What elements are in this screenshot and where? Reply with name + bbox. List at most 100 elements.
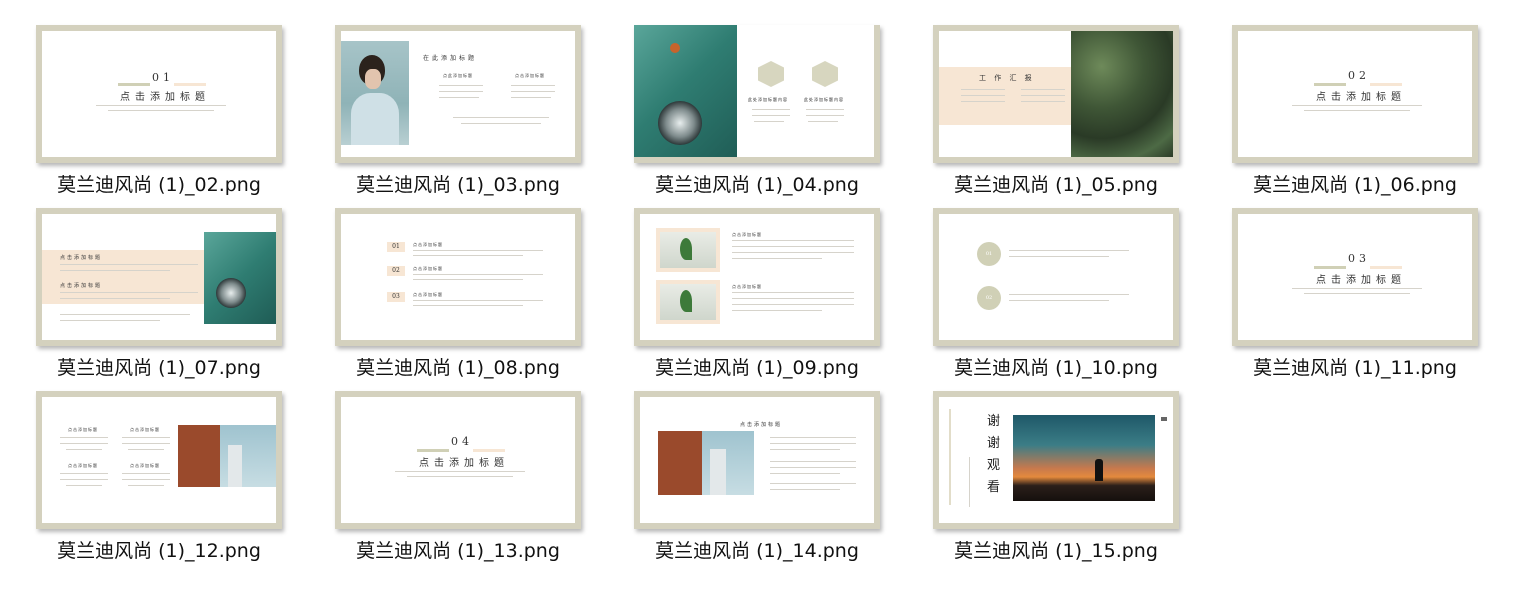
building-photo [178, 425, 276, 487]
file-name: 莫兰迪风尚 (1)_15.png [954, 540, 1158, 562]
subtitle: 点击添加标题 [130, 427, 160, 432]
text-line [1009, 256, 1109, 257]
divider [473, 449, 505, 452]
plant-photo [1071, 31, 1173, 157]
text-line [732, 246, 854, 247]
text-line [128, 485, 164, 486]
thanks-char: 谢 [987, 436, 1001, 451]
item-number: 01 [387, 242, 405, 252]
text-line [1021, 89, 1065, 90]
building-photo [658, 431, 754, 495]
slide-title: 点击添加标题 [1316, 275, 1406, 286]
thumbnail[interactable]: 点击添加标题 [634, 391, 880, 529]
subtitle: 点击添加标题 [732, 232, 762, 237]
text-line [413, 250, 543, 251]
text-line [60, 479, 108, 480]
text-line [439, 85, 483, 86]
text-line [122, 479, 170, 480]
photo-frame [656, 280, 720, 324]
text-line [461, 123, 541, 124]
thanks-char: 观 [987, 458, 1001, 473]
text-line [453, 117, 549, 118]
slide-title: 工 作 汇 报 [979, 74, 1035, 82]
thumbnail[interactable]: 01 点击添加标题 [36, 25, 282, 163]
text-line [60, 264, 198, 265]
photo-frame [656, 228, 720, 272]
text-line [413, 305, 523, 306]
slide-title: 点击添加标题 [419, 458, 509, 469]
divider [1314, 266, 1346, 269]
thumbnail[interactable]: 点击添加标题 点击添加标题 [634, 208, 880, 346]
text-line [732, 252, 854, 253]
text-line [770, 449, 840, 450]
text-line [60, 437, 108, 438]
text-line [1009, 300, 1109, 301]
slide-preview: 02 点击添加标题 [1238, 31, 1472, 157]
text-line [439, 91, 483, 92]
text-line [961, 89, 1005, 90]
subtitle: 此处添加标题内容 [748, 97, 788, 102]
divider [118, 83, 150, 86]
file-name: 莫兰迪风尚 (1)_14.png [655, 540, 859, 562]
text-line [770, 437, 856, 438]
text-line [732, 292, 854, 293]
text-line [732, 310, 822, 311]
thumbnail[interactable]: 谢 谢 观 看 [933, 391, 1179, 529]
file-name: 莫兰迪风尚 (1)_04.png [655, 174, 859, 196]
subtitle: 点击添加标题 [68, 463, 98, 468]
thumbnail[interactable]: 01 02 [933, 208, 1179, 346]
file-name: 莫兰迪风尚 (1)_10.png [954, 357, 1158, 379]
text-line [806, 109, 844, 110]
section-number: 01 [152, 71, 174, 84]
text-line [770, 467, 856, 468]
file-name: 莫兰迪风尚 (1)_07.png [57, 357, 261, 379]
thumbnail[interactable]: 02 点击添加标题 [1232, 25, 1478, 163]
subtitle: 点击添加标题 [515, 73, 545, 78]
text-line [60, 292, 198, 293]
text-line [1292, 288, 1422, 289]
car-photo [204, 232, 276, 324]
section-number: 03 [1348, 252, 1370, 265]
divider [1314, 83, 1346, 86]
vertical-rule [949, 409, 951, 505]
thumbnail[interactable]: 点击添加标题 点击添加标题 点击添加标题 点击添加标题 [36, 391, 282, 529]
slide-preview: 03 点击添加标题 [1238, 214, 1472, 340]
text-line [407, 476, 513, 477]
text-line [1021, 95, 1065, 96]
text-line [96, 105, 226, 106]
file-name: 莫兰迪风尚 (1)_02.png [57, 174, 261, 196]
slide-preview: 工 作 汇 报 [939, 31, 1173, 157]
text-line [732, 240, 854, 241]
file-name: 莫兰迪风尚 (1)_05.png [954, 174, 1158, 196]
subtitle: 点击添加标题 [60, 283, 103, 289]
thumbnail[interactable]: 工 作 汇 报 [933, 25, 1179, 163]
slide-title: 点击添加标题 [1316, 92, 1406, 103]
corner-mark [1161, 417, 1167, 421]
text-line [770, 443, 856, 444]
section-number: 02 [1348, 69, 1370, 82]
item-number: 01 [977, 242, 1001, 266]
subtitle: 点击添加标题 [60, 255, 103, 261]
thumbnail[interactable]: 01 点击添加标题 02 点击添加标题 03 点击添加标题 [335, 208, 581, 346]
item-number: 02 [387, 266, 405, 276]
file-name: 莫兰迪风尚 (1)_11.png [1253, 357, 1457, 379]
slide-preview: 04 点击添加标题 [341, 397, 575, 523]
text-line [770, 461, 856, 462]
text-line [60, 314, 190, 315]
slide-title: 点击添加标题 [120, 92, 210, 103]
thanks-text: 谢 谢 观 看 [987, 411, 1003, 499]
slide-preview: 点击添加标题 点击添加标题 [42, 214, 276, 340]
text-line [108, 110, 214, 111]
text-line [752, 115, 790, 116]
divider [417, 449, 449, 452]
thumbnail[interactable]: 03 点击添加标题 [1232, 208, 1478, 346]
thumbnail[interactable]: 在此添加标题 点此添加标题 点击添加标题 [335, 25, 581, 163]
subtitle: 点击添加标题 [732, 284, 762, 289]
thumbnail[interactable]: 04 点击添加标题 [335, 391, 581, 529]
divider [174, 83, 206, 86]
file-name: 莫兰迪风尚 (1)_12.png [57, 540, 261, 562]
thumbnail[interactable]: 此处添加标题内容 此处添加标题内容 [634, 25, 880, 163]
thumbnail[interactable]: 点击添加标题 点击添加标题 [36, 208, 282, 346]
subtitle: 点击添加标题 [68, 427, 98, 432]
text-line [770, 473, 840, 474]
